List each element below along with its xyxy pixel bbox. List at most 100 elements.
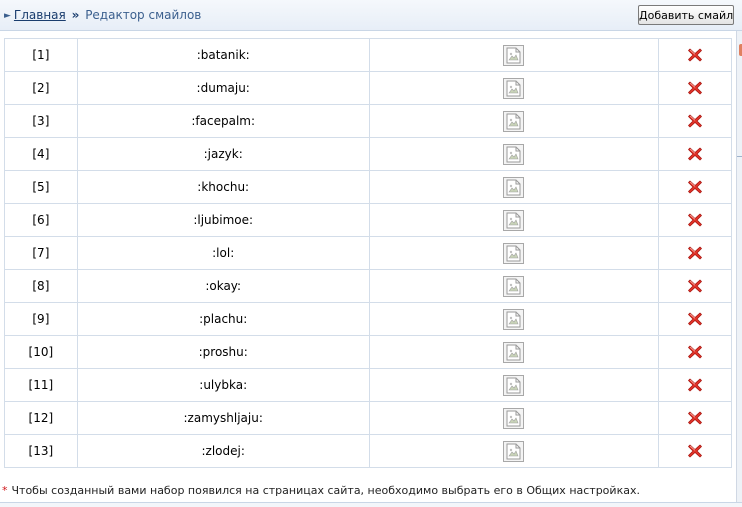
row-number: [3] [4,104,78,138]
row-number: [12] [4,401,78,435]
row-number: [8] [4,269,78,303]
smiley-image-cell [368,236,660,270]
smiley-image-cell [368,170,660,204]
table-row: [12]:zamyshljaju: [4,401,732,435]
smiley-image-cell [368,203,660,237]
broken-image-icon [503,308,525,330]
delete-cell [658,104,732,138]
broken-image-icon [503,407,525,429]
broken-image-icon [503,242,525,264]
smiley-code: :zamyshljaju: [76,401,370,435]
delete-icon[interactable] [687,179,703,195]
delete-icon[interactable] [687,410,703,426]
smiley-code: :batanik: [76,38,370,72]
broken-image-icon [503,341,525,363]
smiley-image-cell [368,434,660,468]
row-number: [6] [4,203,78,237]
footnote-text: Чтобы созданный вами набор появился на с… [11,484,640,497]
delete-cell [658,137,732,171]
broken-image-icon [503,176,525,198]
row-number: [7] [4,236,78,270]
delete-icon[interactable] [687,146,703,162]
smiley-image-cell [368,137,660,171]
delete-icon[interactable] [687,113,703,129]
row-number: [10] [4,335,78,369]
table-row: [1]:batanik: [4,38,732,72]
broken-image-icon [503,275,525,297]
row-number: [13] [4,434,78,468]
delete-icon[interactable] [687,245,703,261]
add-smiley-button[interactable]: Добавить смайл [638,5,734,25]
delete-cell [658,434,732,468]
broken-image-icon [503,44,525,66]
delete-icon[interactable] [687,311,703,327]
bottom-border [0,502,742,507]
right-panel-edge [736,31,742,506]
row-number: [5] [4,170,78,204]
breadcrumb-separator: » [71,8,80,22]
row-number: [2] [4,71,78,105]
delete-cell [658,269,732,303]
smiley-image-cell [368,71,660,105]
delete-cell [658,170,732,204]
footnote-marker: * [2,484,8,497]
table-row: [5]:khochu: [4,170,732,204]
delete-cell [658,203,732,237]
smiley-image-cell [368,302,660,336]
delete-cell [658,401,732,435]
broken-image-icon [503,77,525,99]
table-row: [10]:proshu: [4,335,732,369]
smiley-code: :plachu: [76,302,370,336]
delete-cell [658,71,732,105]
row-number: [1] [4,38,78,72]
smiley-code: :dumaju: [76,71,370,105]
broken-image-icon [503,143,525,165]
table-row: [7]:lol: [4,236,732,270]
footnote: * Чтобы созданный вами набор появился на … [2,484,640,497]
broken-image-icon [503,110,525,132]
broken-image-icon [503,374,525,396]
delete-icon[interactable] [687,344,703,360]
delete-icon[interactable] [687,443,703,459]
delete-icon[interactable] [687,212,703,228]
smiley-code: :facepalm: [76,104,370,138]
smiley-table: [1]:batanik: [2]:dumaju: [3]:facepalm: [4]:… [4,38,732,468]
table-row: [4]:jazyk: [4,137,732,171]
delete-cell [658,368,732,402]
breadcrumb-home-link[interactable]: Главная [14,8,66,22]
table-row: [8]:okay: [4,269,732,303]
delete-cell [658,335,732,369]
table-row: [13]:zlodej: [4,434,732,468]
smiley-code: :ulybka: [76,368,370,402]
table-row: [11]:ulybka: [4,368,732,402]
row-number: [4] [4,137,78,171]
delete-icon[interactable] [687,80,703,96]
table-row: [9]:plachu: [4,302,732,336]
table-row: [6]:ljubimoe: [4,203,732,237]
delete-icon[interactable] [687,47,703,63]
table-row: [3]:facepalm: [4,104,732,138]
top-bar: ► Главная » Редактор смайлов Добавить сма… [0,0,742,31]
smiley-code: :ljubimoe: [76,203,370,237]
row-number: [11] [4,368,78,402]
delete-cell [658,38,732,72]
breadcrumb-arrow-icon: ► [4,11,11,21]
smiley-code: :zlodej: [76,434,370,468]
smiley-image-cell [368,269,660,303]
breadcrumb-current: Редактор смайлов [85,8,202,22]
delete-icon[interactable] [687,377,703,393]
smiley-code: :lol: [76,236,370,270]
broken-image-icon [503,440,525,462]
smiley-image-cell [368,401,660,435]
delete-cell [658,302,732,336]
right-panel-divider [737,156,742,157]
row-number: [9] [4,302,78,336]
table-row: [2]:dumaju: [4,71,732,105]
delete-icon[interactable] [687,278,703,294]
smiley-image-cell [368,38,660,72]
breadcrumb: ► Главная » Редактор смайлов [4,8,201,22]
smiley-code: :okay: [76,269,370,303]
smiley-image-cell [368,335,660,369]
smiley-image-cell [368,368,660,402]
smiley-code: :khochu: [76,170,370,204]
